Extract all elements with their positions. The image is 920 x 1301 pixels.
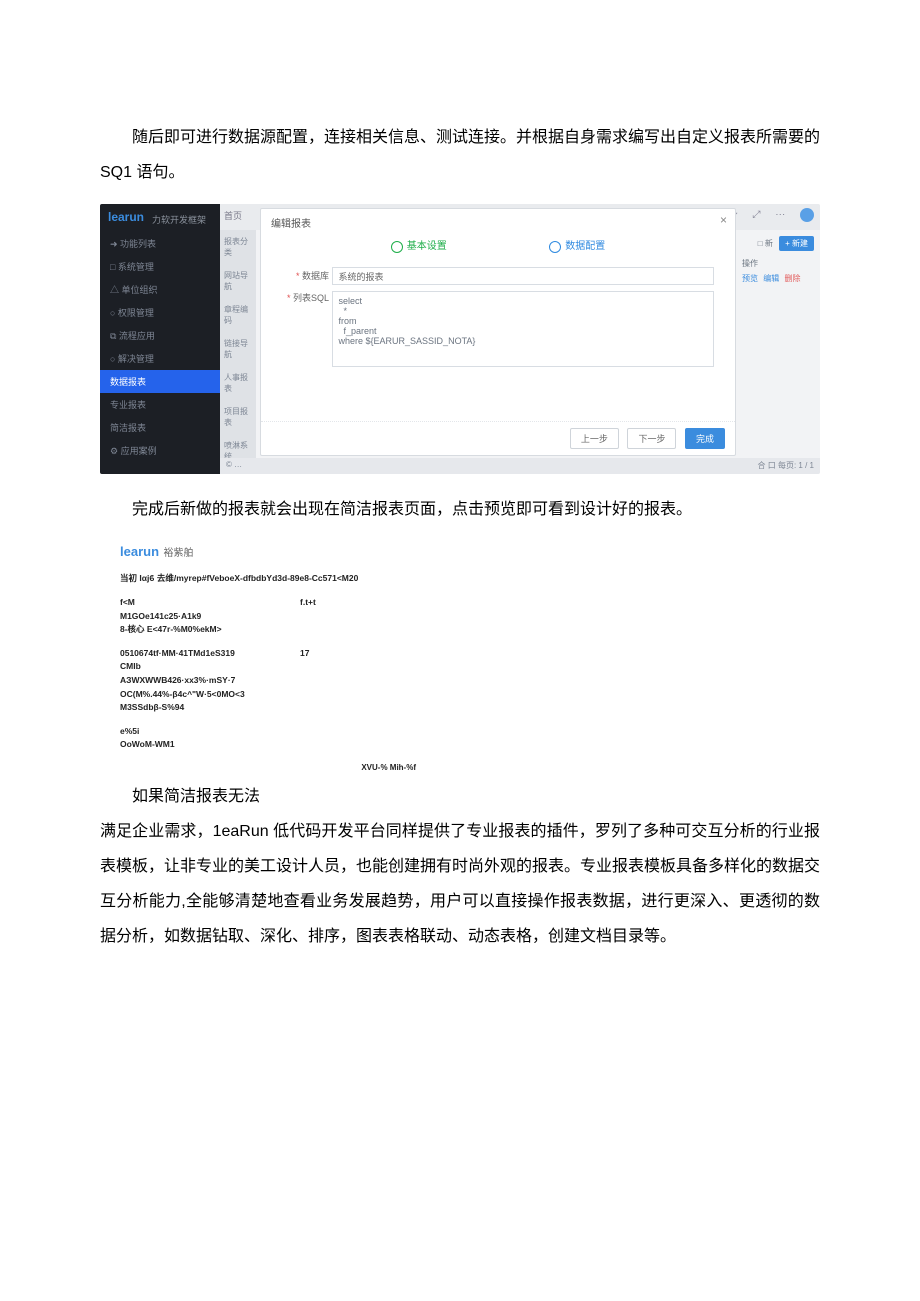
wizard-steps: 基本设置 数据配置	[261, 237, 735, 261]
sidebar-item-0[interactable]: ➜ 功能列表	[100, 232, 220, 255]
screenshot-editor: learun 力软开发框架 ➜ 功能列表 □ 系统管理 △ 单位组织 ○ 权限管…	[100, 204, 820, 474]
done-button[interactable]: 完成	[685, 428, 725, 449]
step-data-label: 数据配置	[565, 241, 605, 252]
app-sidebar: learun 力软开发框架 ➜ 功能列表 □ 系统管理 △ 单位组织 ○ 权限管…	[100, 204, 220, 474]
list-foot: XVU-% Mih-%f	[120, 762, 420, 775]
prev-button[interactable]: 上一步	[570, 428, 619, 449]
paragraph-3-body: 满足企业需求，1eaRun 低代码开发平台同样提供了专业报表的插件，罗列了多种可…	[100, 814, 820, 955]
home-button[interactable]: 首页	[224, 209, 242, 222]
modal-title: 编辑报表	[271, 215, 311, 230]
b1r1c1: f<M	[120, 596, 300, 610]
label-database: * 数据库	[275, 269, 329, 282]
step-basic[interactable]: 基本设置	[391, 237, 447, 252]
brand-logo: learun	[120, 544, 159, 559]
cat-item-0[interactable]: 报表分类	[220, 230, 256, 264]
b2r2: CMIb	[120, 660, 420, 674]
col-header-ops: 操作	[742, 258, 814, 269]
app-logo: learun	[108, 210, 144, 224]
new-button[interactable]: + 新建	[779, 236, 814, 251]
select-btn[interactable]: □ 新	[758, 239, 773, 248]
b1r2: M1GOe141c25·A1k9	[120, 610, 420, 624]
label-sql: * 列表SQL	[275, 291, 329, 304]
list-bar: 当初 Iαjϐ 去维/myrep#fVeboeX-dfbdbYd3d-89e8-…	[120, 572, 420, 586]
b3r2: OoWoM-WM1	[120, 738, 420, 752]
screenshot-list: learun 裕紫舶 当初 Iαjϐ 去维/myrep#fVeboeX-dfbd…	[120, 542, 420, 775]
edit-report-modal: 编辑报表 × 基本设置 数据配置 * 数据库 系统的报表 * 列表SQL sel…	[260, 208, 736, 456]
sql-textarea[interactable]: select * from f_parent where ${EARUR_SAS…	[332, 291, 714, 367]
op-preview[interactable]: 预览	[742, 274, 758, 283]
list-block-1: f<Mf.t+t M1GOe141c25·A1k9 8-核心 E<47r-%M0…	[120, 596, 420, 637]
b2r5: M3SSdbβ-S%94	[120, 701, 420, 715]
cat-item-2[interactable]: 章程编码	[220, 298, 256, 332]
next-button[interactable]: 下一步	[627, 428, 676, 449]
sidebar-item-2[interactable]: △ 单位组织	[100, 278, 220, 301]
modal-footer: 上一步 下一步 完成	[261, 421, 735, 449]
database-select[interactable]: 系统的报表	[332, 267, 714, 285]
cat-item-1[interactable]: 网站导航	[220, 264, 256, 298]
sidebar-item-3[interactable]: ○ 权限管理	[100, 301, 220, 324]
row-database: * 数据库 系统的报表	[275, 267, 721, 285]
cat-item-5[interactable]: 项目报表	[220, 400, 256, 434]
check-icon	[391, 241, 403, 253]
category-column: 报表分类 网站导航 章程编码 链接导航 人事报表 项目报表 喷淋系统	[220, 230, 256, 474]
sidebar-item-4[interactable]: ⧉ 流程应用	[100, 324, 220, 347]
b2r3: AЗWXWWB426·xx3%·mSY·7	[120, 674, 420, 688]
cat-item-3[interactable]: 链接导航	[220, 332, 256, 366]
sidebar-item-8[interactable]: 简洁报表	[100, 416, 220, 439]
brand-sub: 裕紫舶	[164, 548, 194, 559]
step-basic-label: 基本设置	[407, 241, 447, 252]
right-toolbar: □ 新 + 新建 操作 预览 编辑 删除	[738, 230, 820, 474]
statusbar: © … 合 口 每页: 1 / 1	[220, 458, 820, 474]
paragraph-1: 随后即可进行数据源配置，连接相关信息、测试连接。并根据自身需求编写出自定义报表所…	[100, 120, 820, 190]
sidebar-item-9[interactable]: ⚙ 应用案例	[100, 439, 220, 462]
op-edit[interactable]: 编辑	[763, 274, 779, 283]
topbar-controls[interactable]: ⟳ ⤢ ⋯	[729, 208, 814, 222]
close-icon[interactable]: ×	[720, 213, 727, 227]
step-data[interactable]: 数据配置	[549, 237, 605, 252]
status-right: 合 口 每页: 1 / 1	[758, 461, 814, 470]
list-block-2: 0510674tf·MM·41TMd1eS31917 CMIb AЗWXWWB4…	[120, 647, 420, 715]
b1r3: 8-核心 E<47r-%M0%ekM>	[120, 623, 420, 637]
avatar[interactable]	[800, 208, 814, 222]
list-block-3: e%5i OoWoM-WM1	[120, 725, 420, 752]
paragraph-3-lead: 如果简洁报表无法	[100, 779, 820, 814]
b2r1c2: 17	[300, 647, 360, 661]
row-sql: * 列表SQL select * from f_parent where ${E…	[275, 291, 721, 367]
status-left: © …	[226, 460, 242, 469]
op-delete[interactable]: 删除	[784, 274, 800, 283]
b2r4: OC(M%.44%-β4c^"W·5<0MO<3	[120, 688, 420, 702]
sidebar-item-7[interactable]: 专业报表	[100, 393, 220, 416]
paragraph-2: 完成后新做的报表就会出现在简洁报表页面，点击预览即可看到设计好的报表。	[100, 492, 820, 527]
sidebar-item-1[interactable]: □ 系统管理	[100, 255, 220, 278]
b3r1: e%5i	[120, 725, 420, 739]
b1r1c2: f.t+t	[300, 596, 360, 610]
sidebar-item-6[interactable]: 数据报表	[100, 370, 220, 393]
sidebar-item-5[interactable]: ○ 解决管理	[100, 347, 220, 370]
step-icon	[549, 241, 561, 253]
b2r1c1: 0510674tf·MM·41TMd1eS319	[120, 647, 300, 661]
cat-item-4[interactable]: 人事报表	[220, 366, 256, 400]
app-logo-subtitle: 力软开发框架	[152, 213, 206, 226]
